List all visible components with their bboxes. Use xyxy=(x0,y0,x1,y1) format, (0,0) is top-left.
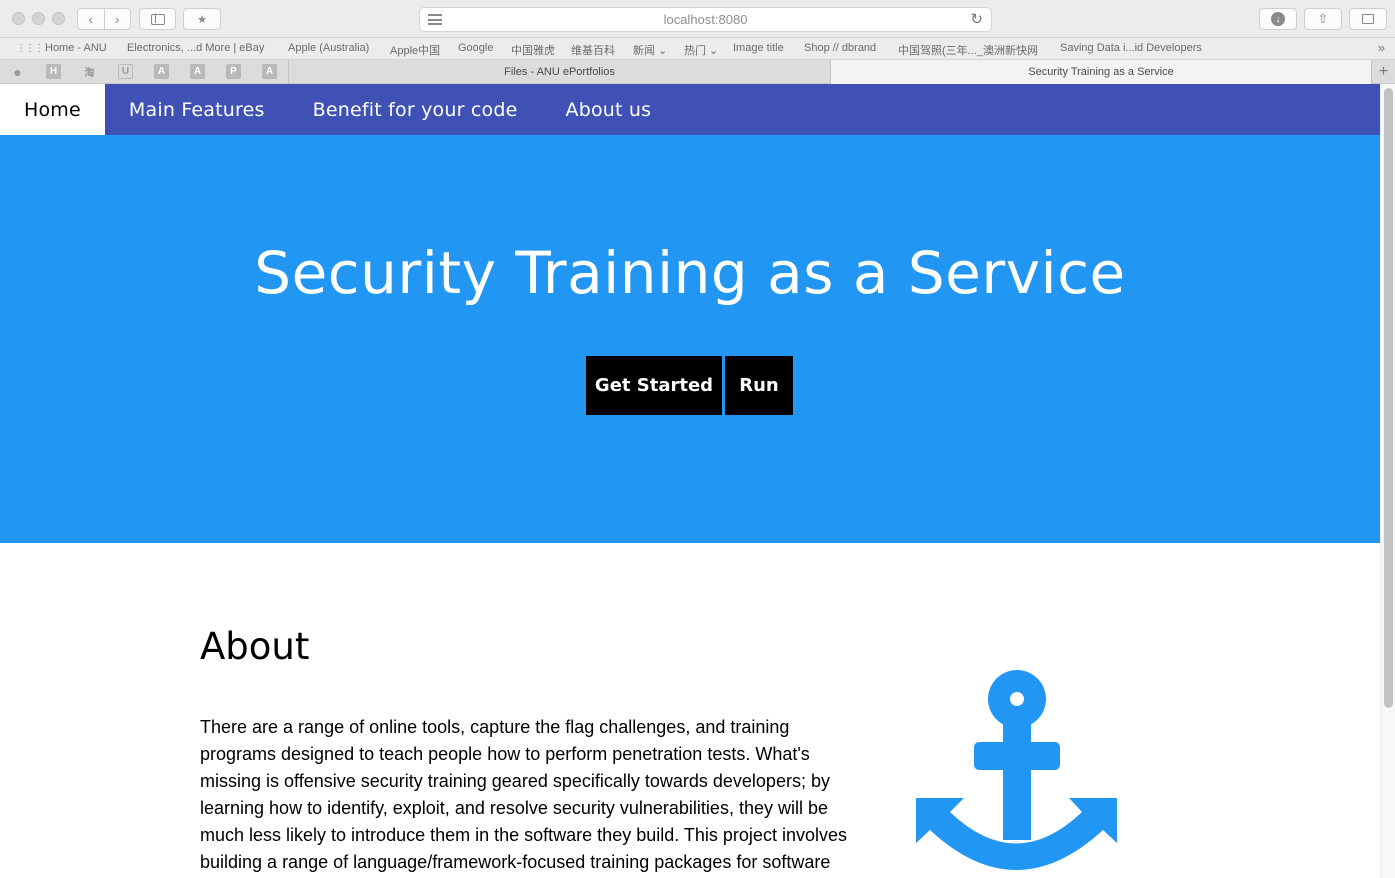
bookmark-wikipedia[interactable]: 维基百科 xyxy=(571,42,615,58)
tab-overview-button[interactable] xyxy=(1349,8,1387,30)
tab-bar: ● H 淘 U A A P A Files - ANU ePortfolios … xyxy=(0,60,1395,84)
bookmark-dbrand[interactable]: Shop // dbrand xyxy=(804,42,876,54)
hero-banner: Security Training as a Service Get Start… xyxy=(0,135,1380,543)
pinned-tab-p-icon[interactable]: P xyxy=(226,64,241,79)
nav-about-us[interactable]: About us xyxy=(542,84,676,135)
hero-title: Security Training as a Service xyxy=(254,239,1126,307)
tab-title: Files - ANU ePortfolios xyxy=(504,66,615,78)
back-icon[interactable]: ‹ xyxy=(78,9,104,29)
tab-security-training[interactable]: Security Training as a Service xyxy=(830,60,1371,84)
pinned-tab-taobao-icon[interactable]: 淘 xyxy=(82,64,97,79)
url-text: localhost:8080 xyxy=(663,12,748,27)
bookmarks-bar: ⋮⋮⋮ Home - ANU Electronics, ...d More | … xyxy=(0,38,1395,60)
bookmark-hot-folder[interactable]: 热门 ⌄ xyxy=(684,42,718,58)
site-navbar: Home Main Features Benefit for your code… xyxy=(0,84,1380,135)
pinned-tab-apple-icon[interactable]: ● xyxy=(10,64,25,80)
more-bookmarks-icon[interactable]: » xyxy=(1378,40,1385,55)
reader-icon[interactable] xyxy=(428,14,442,25)
bookmark-home-anu[interactable]: Home - ANU xyxy=(45,42,107,54)
download-icon: ↓ xyxy=(1271,12,1285,26)
get-started-button[interactable]: Get Started xyxy=(586,356,722,415)
top-sites-button[interactable]: ★ xyxy=(183,8,221,30)
pinned-tab-udacity-icon[interactable]: U xyxy=(118,64,133,79)
sidebar-icon xyxy=(150,13,165,25)
share-icon: ⇧ xyxy=(1317,11,1329,26)
minimize-window-button[interactable] xyxy=(32,12,45,25)
pinned-tab-a-icon[interactable]: A xyxy=(154,64,169,79)
bookmark-license[interactable]: 中国驾照(三年..._澳洲新快网 xyxy=(898,42,1038,58)
sidebar-toggle-button[interactable] xyxy=(139,8,176,30)
forward-icon[interactable]: › xyxy=(103,9,131,29)
browser-titlebar: ‹ › ★ localhost:8080 ↻ ↓ ⇧ xyxy=(0,0,1395,38)
new-tab-icon[interactable]: + xyxy=(1371,60,1395,84)
nav-main-features[interactable]: Main Features xyxy=(105,84,289,135)
zoom-window-button[interactable] xyxy=(52,12,65,25)
pinned-tab-a2-icon[interactable]: A xyxy=(190,64,205,79)
downloads-button[interactable]: ↓ xyxy=(1259,8,1297,30)
hero-actions: Get Started Run xyxy=(586,356,793,415)
bookmark-yahoo-cn[interactable]: 中国雅虎 xyxy=(511,42,555,58)
bookmark-apple-au[interactable]: Apple (Australia) xyxy=(288,42,369,54)
bookmark-google[interactable]: Google xyxy=(458,42,493,54)
nav-benefit[interactable]: Benefit for your code xyxy=(289,84,542,135)
bookmark-news-folder[interactable]: 新闻 ⌄ xyxy=(633,42,667,58)
address-bar[interactable]: localhost:8080 ↻ xyxy=(419,7,992,32)
pinned-tab-a3-icon[interactable]: A xyxy=(262,64,277,79)
about-heading: About xyxy=(200,625,310,668)
share-button[interactable]: ⇧ xyxy=(1304,8,1342,30)
bookmark-apple-cn[interactable]: Apple中国 xyxy=(390,42,440,58)
page-viewport: Home Main Features Benefit for your code… xyxy=(0,84,1395,878)
run-button[interactable]: Run xyxy=(725,356,793,415)
close-window-button[interactable] xyxy=(12,12,25,25)
tab-files-anu[interactable]: Files - ANU ePortfolios xyxy=(288,60,830,84)
tab-title: Security Training as a Service xyxy=(1028,66,1174,78)
bookmark-saving-data[interactable]: Saving Data i...id Developers xyxy=(1060,42,1202,54)
bookmark-ebay[interactable]: Electronics, ...d More | eBay xyxy=(127,42,264,54)
apps-grid-icon[interactable]: ⋮⋮⋮ xyxy=(16,43,44,55)
history-nav: ‹ › xyxy=(77,8,131,30)
about-section: About There are a range of online tools,… xyxy=(0,543,1380,878)
bookmark-image-title[interactable]: Image title xyxy=(733,42,784,54)
anchor-icon xyxy=(916,670,1117,870)
reload-icon[interactable]: ↻ xyxy=(970,10,983,28)
page-scrollbar-thumb[interactable] xyxy=(1384,88,1393,708)
pinned-tab-h-icon[interactable]: H xyxy=(46,64,61,79)
star-icon: ★ xyxy=(197,13,207,26)
about-body: There are a range of online tools, captu… xyxy=(200,717,847,872)
nav-home[interactable]: Home xyxy=(0,84,105,135)
tabs-icon xyxy=(1362,14,1374,24)
